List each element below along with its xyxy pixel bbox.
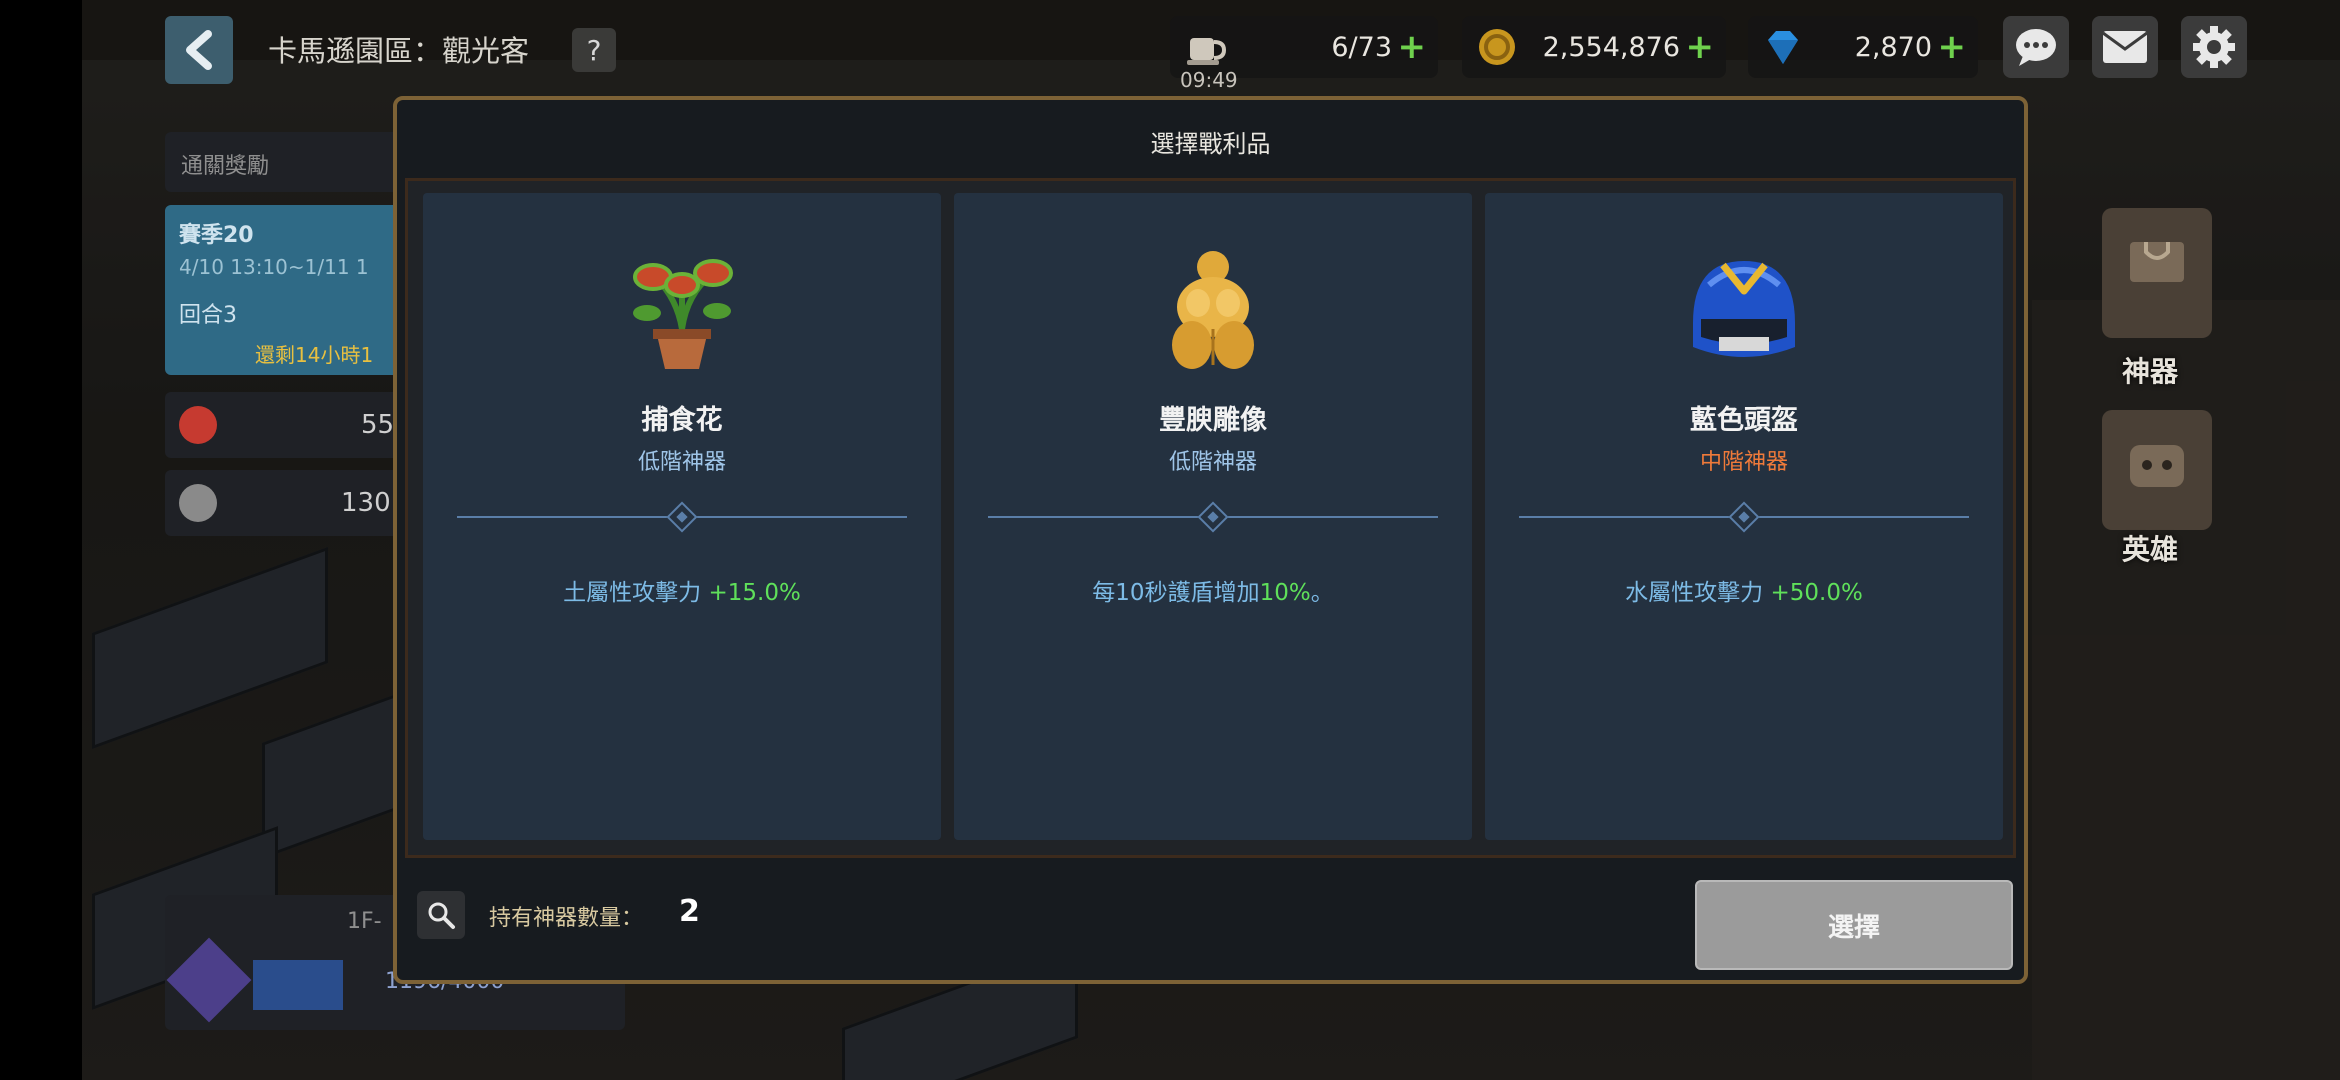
mail-button[interactable]: [2092, 16, 2158, 78]
help-button[interactable]: ?: [572, 28, 616, 72]
artifact-menu-button[interactable]: [2102, 208, 2212, 338]
artifact-tier: 低階神器: [1168, 450, 1257, 475]
blue-helmet-icon: [1693, 261, 1795, 357]
stat-row: 130: [165, 470, 405, 536]
stamina-value: 6/73: [1331, 31, 1392, 63]
chat-button[interactable]: [2003, 16, 2069, 78]
artifact-name: 藍色頭盔: [1690, 405, 1798, 436]
coffee-cup-icon: [1187, 38, 1227, 65]
venus-flytrap-plant-icon: [633, 259, 733, 369]
owned-artifacts-label: 持有神器數量：: [489, 906, 644, 931]
effect-value: +15.0%: [708, 580, 801, 606]
gold-counter: 2,554,876 +: [1462, 16, 1726, 78]
effect-text: 水屬性攻擊力: [1625, 580, 1764, 606]
loot-card-blue-helmet[interactable]: 藍色頭盔 中階神器 水屬性攻擊力 +50.0%: [1485, 193, 2003, 840]
gold-value: 2,554,876: [1542, 31, 1680, 63]
stat-row: 55: [165, 392, 405, 458]
artifact-tier: 低階神器: [637, 450, 726, 475]
gem-value: 2,870: [1854, 31, 1932, 63]
dialog-title: 選擇戰利品: [1150, 130, 1271, 158]
mail-icon: [2102, 31, 2148, 63]
gear-icon: [2193, 26, 2235, 68]
chevron-left-icon: [186, 30, 212, 70]
stamina-timer: 09:49: [1180, 68, 1238, 92]
settings-button[interactable]: [2181, 16, 2247, 78]
back-button[interactable]: [165, 16, 233, 84]
loot-card-golden-statue[interactable]: 豐腴雕像 低階神器 每10秒護盾增加10%。: [954, 193, 1472, 840]
add-gold-button[interactable]: +: [1686, 27, 1715, 67]
artifact-menu-label: 神器: [2122, 355, 2179, 388]
owned-artifacts-count: 2: [679, 894, 700, 929]
artifact-effect: 土屬性攻擊力 +15.0%: [423, 573, 941, 607]
artifact-effect: 每10秒護盾增加10%。: [954, 573, 1472, 607]
gem-counter: 2,870 +: [1748, 16, 1978, 78]
divider-diamond-icon: [1728, 501, 1760, 533]
view-artifacts-button[interactable]: [417, 891, 465, 939]
gold-coin-icon: [1479, 29, 1515, 65]
hero-menu-button[interactable]: [2102, 410, 2212, 530]
hero-menu-label: 英雄: [2122, 533, 2179, 566]
effect-text: 土屬性攻擊力: [563, 580, 702, 606]
artifact-name: 豐腴雕像: [1159, 405, 1267, 436]
diamond-icon: [1768, 31, 1798, 64]
season-panel[interactable]: 賽季20 4/10 13:10~1/11 1 回合3 還剩14小時1: [165, 205, 405, 375]
add-stamina-button[interactable]: +: [1398, 27, 1427, 67]
search-icon: [428, 902, 455, 929]
golden-statue-icon: [1172, 251, 1254, 369]
chat-icon: [2016, 29, 2056, 66]
loot-card-venus-flytrap[interactable]: 捕食花 低階神器 土屬性攻擊力 +15.0%: [423, 193, 941, 840]
floor-progress-fill: [253, 960, 343, 1010]
add-gem-button[interactable]: +: [1938, 27, 1967, 67]
bag-icon: [2130, 242, 2184, 282]
floor-gem-icon: [166, 937, 252, 1023]
stage-title: 卡馬遜園區：觀光客: [268, 34, 530, 68]
select-button[interactable]: 選擇: [1695, 880, 2013, 970]
artifact-tier: 中階神器: [1699, 450, 1788, 475]
robot-head-icon: [2130, 445, 2184, 487]
divider-diamond-icon: [666, 501, 698, 533]
effect-value: +50.0%: [1770, 580, 1863, 606]
effect-text: 每10秒護盾增加: [1092, 580, 1260, 606]
effect-value: 10%: [1259, 580, 1311, 606]
divider-diamond-icon: [1197, 501, 1229, 533]
artifact-effect: 水屬性攻擊力 +50.0%: [1485, 573, 2003, 607]
artifact-name: 捕食花: [641, 405, 723, 436]
loot-selection-dialog: 選擇戰利品 捕食花 低階神器 土屬性攻擊力 +15.0% 豐腴雕像 低階神器 每…: [393, 96, 2028, 984]
red-orb-icon: [179, 406, 217, 444]
rewards-header[interactable]: 通關獎勵: [165, 132, 405, 192]
effect-suffix: 。: [1310, 580, 1334, 606]
gray-orb-icon: [179, 484, 217, 522]
